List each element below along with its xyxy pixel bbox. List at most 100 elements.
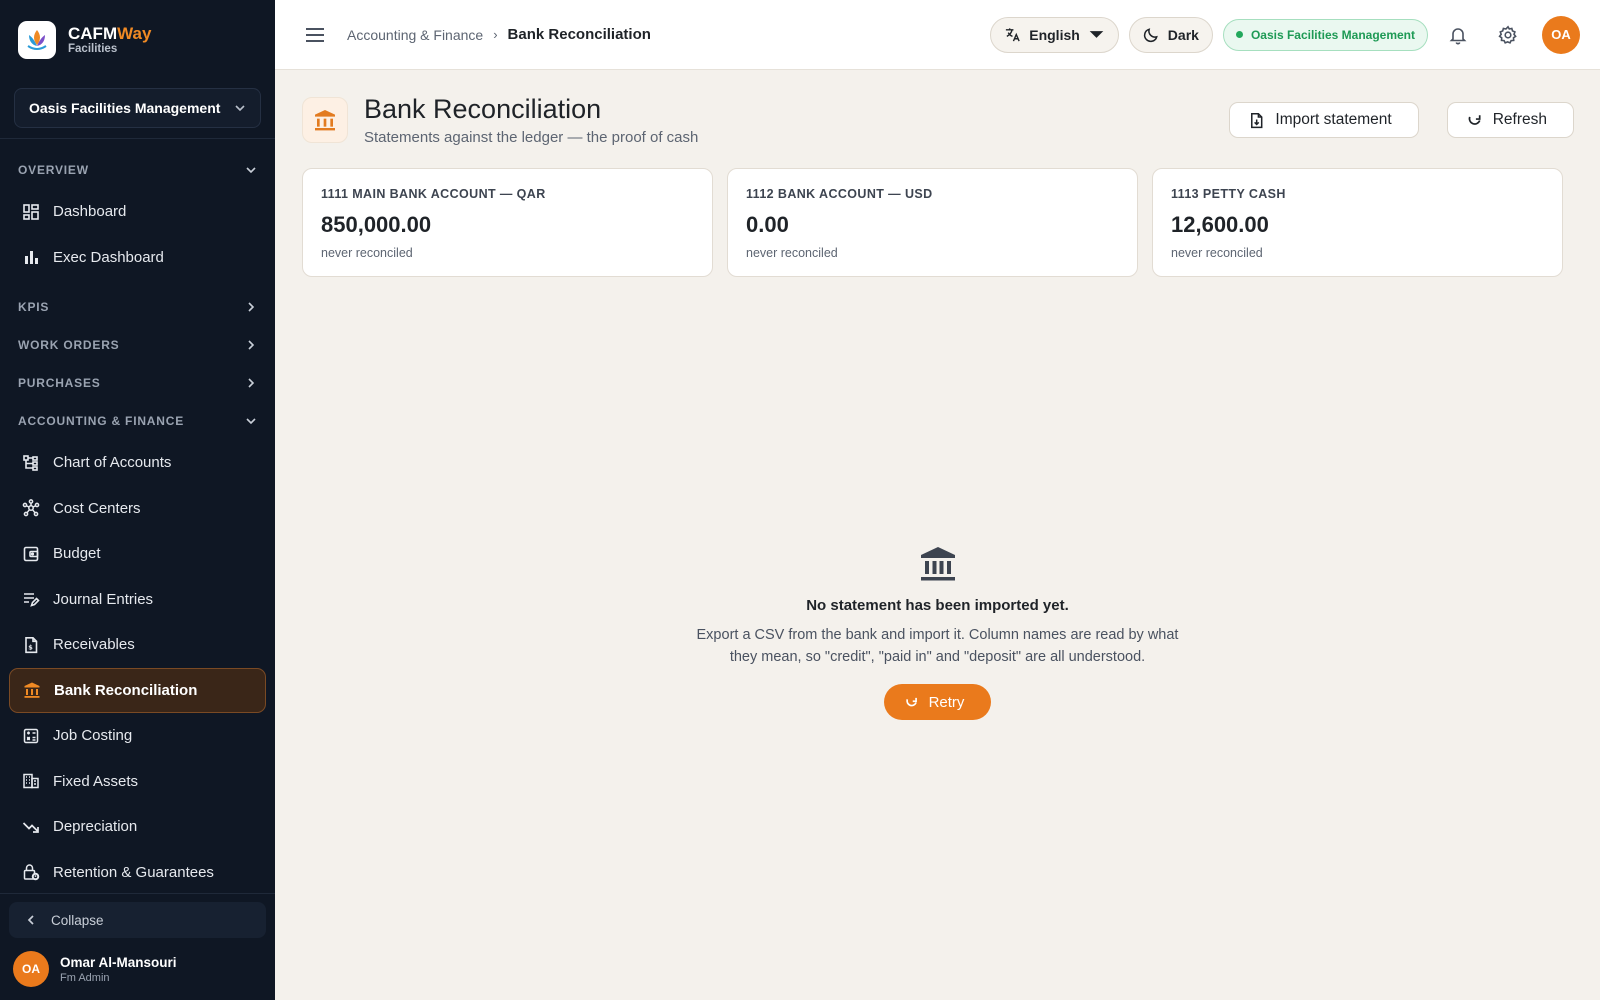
breadcrumb-current: Bank Reconciliation bbox=[507, 26, 651, 43]
empty-state: No statement has been imported yet. Expo… bbox=[275, 544, 1600, 720]
section-work-orders[interactable]: WORK ORDERS bbox=[0, 326, 275, 364]
brand-subtitle: Facilities bbox=[68, 43, 118, 55]
sidebar-item-label: Dashboard bbox=[53, 203, 127, 221]
collapse-sidebar-button[interactable]: Collapse bbox=[9, 902, 266, 938]
refresh-icon bbox=[905, 697, 917, 706]
empty-state-description: Export a CSV from the bank and import it… bbox=[696, 627, 1179, 665]
bank-icon bbox=[302, 97, 348, 143]
avatar: OA bbox=[13, 951, 49, 987]
language-select[interactable]: English bbox=[990, 16, 1119, 53]
edit-list-icon bbox=[24, 593, 40, 608]
sidebar-item-bank-reconciliation[interactable]: Bank Reconciliation bbox=[9, 667, 266, 713]
sidebar-item-exec-dashboard[interactable]: Exec Dashboard bbox=[9, 235, 266, 281]
chevron-right-icon bbox=[248, 302, 255, 312]
sidebar-item-label: Job Costing bbox=[53, 727, 133, 745]
sidebar-item-label: Bank Reconciliation bbox=[54, 681, 198, 699]
main-content: Bank Reconciliation Statements against t… bbox=[275, 70, 1600, 1000]
chevron-down-icon bbox=[235, 105, 245, 112]
grid-icon bbox=[23, 203, 39, 220]
section-overview-label: OVERVIEW bbox=[18, 163, 89, 177]
sidebar-item-dashboard[interactable]: Dashboard bbox=[9, 189, 266, 235]
sidebar-item-budget[interactable]: Budget bbox=[9, 531, 266, 577]
account-label: 1111 MAIN BANK ACCOUNT — QAR bbox=[321, 187, 546, 201]
chevron-down-icon bbox=[246, 167, 256, 174]
account-status: never reconciled bbox=[1171, 246, 1263, 260]
settings-button[interactable] bbox=[1488, 15, 1528, 55]
account-cards: 1111 MAIN BANK ACCOUNT — QAR 850,000.00 … bbox=[302, 168, 1573, 277]
theme-label: Dark bbox=[1167, 26, 1199, 43]
sidebar-item-chart-of-accounts[interactable]: Chart of Accounts bbox=[9, 440, 266, 486]
organization-badge[interactable]: Oasis Facilities Management bbox=[1222, 18, 1428, 51]
sidebar-nav: OVERVIEW Dashboard Exec Dashboard KPIS W… bbox=[0, 139, 275, 893]
sidebar-item-cost-centers[interactable]: Cost Centers bbox=[9, 486, 266, 532]
moon-icon bbox=[1143, 28, 1158, 43]
page-subtitle: Statements against the ledger — the proo… bbox=[364, 129, 699, 146]
import-statement-label: Import statement bbox=[1275, 111, 1392, 128]
hub-icon bbox=[22, 499, 40, 517]
sidebar-item-label: Exec Dashboard bbox=[53, 248, 164, 266]
sidebar-item-journal-entries[interactable]: Journal Entries bbox=[9, 577, 266, 623]
sidebar-item-receivables[interactable]: $ Receivables bbox=[9, 622, 266, 668]
refresh-button[interactable]: Refresh bbox=[1446, 102, 1574, 138]
retry-button[interactable]: Retry bbox=[883, 684, 992, 720]
section-overview[interactable]: OVERVIEW bbox=[0, 151, 275, 189]
avatar[interactable]: OA bbox=[1542, 15, 1580, 54]
trending-down-icon bbox=[22, 822, 39, 833]
organization-select-label: Oasis Facilities Management bbox=[29, 100, 221, 116]
chevron-down-icon bbox=[246, 418, 256, 425]
sidebar-item-label: Retention & Guarantees bbox=[53, 863, 214, 881]
empty-state-title: No statement has been imported yet. bbox=[806, 597, 1069, 614]
account-card[interactable]: 1112 BANK ACCOUNT — USD 0.00 never recon… bbox=[727, 168, 1138, 277]
theme-toggle[interactable]: Dark bbox=[1128, 16, 1213, 53]
refresh-label: Refresh bbox=[1492, 111, 1547, 128]
building-icon bbox=[23, 774, 39, 789]
brand-logo-icon bbox=[18, 21, 56, 59]
section-accounting-finance[interactable]: ACCOUNTING & FINANCE bbox=[0, 402, 275, 440]
account-balance: 12,600.00 bbox=[1171, 212, 1269, 237]
import-statement-button[interactable]: Import statement bbox=[1229, 102, 1419, 138]
topbar-actions: English Dark Oasis Facilities Management… bbox=[990, 15, 1580, 55]
bar-chart-icon bbox=[25, 251, 38, 265]
section-kpis[interactable]: KPIS bbox=[0, 288, 275, 326]
account-card[interactable]: 1113 PETTY CASH 12,600.00 never reconcil… bbox=[1152, 168, 1563, 277]
sidebar-item-depreciation[interactable]: Depreciation bbox=[9, 804, 266, 850]
bank-icon bbox=[920, 547, 955, 581]
calculator-icon bbox=[23, 728, 39, 743]
topbar: Accounting & Finance › Bank Reconciliati… bbox=[275, 0, 1600, 70]
page-header: Bank Reconciliation Statements against t… bbox=[302, 70, 1574, 170]
hamburger-menu-icon[interactable] bbox=[305, 24, 327, 46]
chevron-left-icon bbox=[27, 915, 34, 925]
sidebar-item-label: Fixed Assets bbox=[53, 772, 139, 790]
sidebar-item-retention-guarantees[interactable]: Retention & Guarantees bbox=[9, 850, 266, 894]
refresh-icon bbox=[1468, 114, 1481, 125]
user-role: Fm Admin bbox=[60, 971, 110, 984]
collapse-label: Collapse bbox=[51, 912, 104, 928]
section-kpis-label: KPIS bbox=[18, 300, 50, 314]
section-purchases-label: PURCHASES bbox=[18, 376, 101, 390]
breadcrumb: Accounting & Finance › Bank Reconciliati… bbox=[347, 26, 651, 43]
chevron-right-icon bbox=[248, 340, 255, 350]
page-title: Bank Reconciliation bbox=[364, 94, 602, 124]
sidebar: CAFMWay Facilities Oasis Facilities Mana… bbox=[0, 0, 275, 1000]
account-card[interactable]: 1111 MAIN BANK ACCOUNT — QAR 850,000.00 … bbox=[302, 168, 713, 277]
user-profile[interactable]: OA Omar Al-Mansouri Fm Admin bbox=[9, 938, 266, 1000]
breadcrumb-parent[interactable]: Accounting & Finance bbox=[347, 27, 483, 43]
section-purchases[interactable]: PURCHASES bbox=[0, 364, 275, 402]
page-actions: Import statement Refresh bbox=[1229, 102, 1574, 138]
organization-badge-label: Oasis Facilities Management bbox=[1250, 27, 1415, 42]
sidebar-item-label: Cost Centers bbox=[53, 499, 141, 517]
notifications-button[interactable] bbox=[1438, 15, 1478, 55]
account-balance: 0.00 bbox=[746, 212, 789, 237]
sidebar-item-fixed-assets[interactable]: Fixed Assets bbox=[9, 759, 266, 805]
status-dot bbox=[1235, 31, 1243, 38]
translate-icon bbox=[1006, 28, 1020, 42]
caret-down-icon bbox=[1089, 31, 1104, 38]
brand[interactable]: CAFMWay Facilities bbox=[0, 0, 275, 80]
section-work-orders-label: WORK ORDERS bbox=[18, 338, 120, 352]
account-balance: 850,000.00 bbox=[321, 212, 432, 237]
organization-select[interactable]: Oasis Facilities Management bbox=[14, 88, 261, 128]
sidebar-item-job-costing[interactable]: Job Costing bbox=[9, 713, 266, 759]
sidebar-item-label: Budget bbox=[53, 545, 101, 563]
language-label: English bbox=[1029, 26, 1080, 43]
tree-icon bbox=[23, 454, 38, 471]
